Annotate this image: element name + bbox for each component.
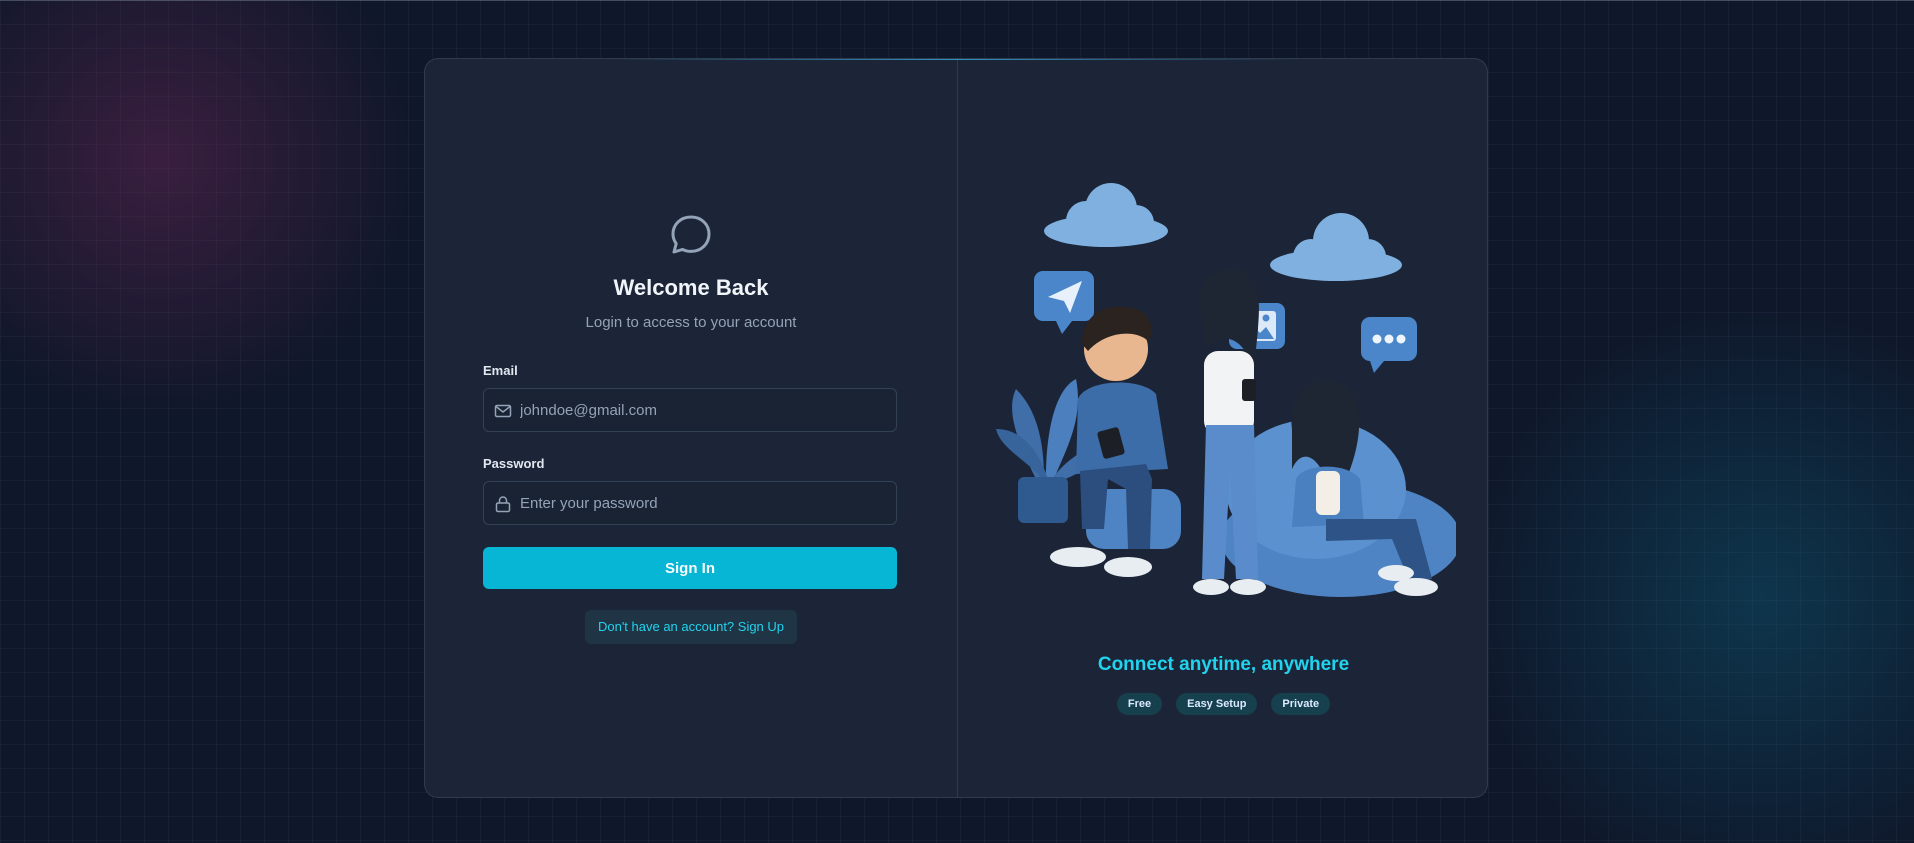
password-field[interactable] xyxy=(483,481,897,525)
feature-badges: Free Easy Setup Private xyxy=(958,693,1487,715)
top-border xyxy=(0,0,1914,1)
lock-icon xyxy=(495,496,511,513)
promo-panel: Connect anytime, anywhere Free Easy Setu… xyxy=(958,59,1487,797)
login-panel: Welcome Back Login to access to your acc… xyxy=(425,59,957,797)
badge-private: Private xyxy=(1271,693,1331,715)
sign-in-button[interactable]: Sign In xyxy=(483,547,897,589)
password-input[interactable] xyxy=(520,482,890,524)
chat-bubble-icon xyxy=(671,215,711,254)
badge-easy-setup: Easy Setup xyxy=(1176,693,1258,715)
email-field[interactable] xyxy=(483,388,897,432)
sign-up-link[interactable]: Don't have an account? Sign Up xyxy=(585,610,797,644)
promo-tagline: Connect anytime, anywhere xyxy=(1097,654,1350,675)
people-chatting-illustration xyxy=(996,183,1456,597)
badge-free: Free xyxy=(1116,693,1163,715)
password-label: Password xyxy=(483,456,545,471)
mail-icon xyxy=(494,404,512,418)
email-input[interactable] xyxy=(520,389,890,431)
page-subtitle: Login to access to your account xyxy=(585,314,797,331)
page-title: Welcome Back xyxy=(613,275,769,300)
auth-card: Welcome Back Login to access to your acc… xyxy=(424,58,1488,798)
email-label: Email xyxy=(483,363,518,378)
